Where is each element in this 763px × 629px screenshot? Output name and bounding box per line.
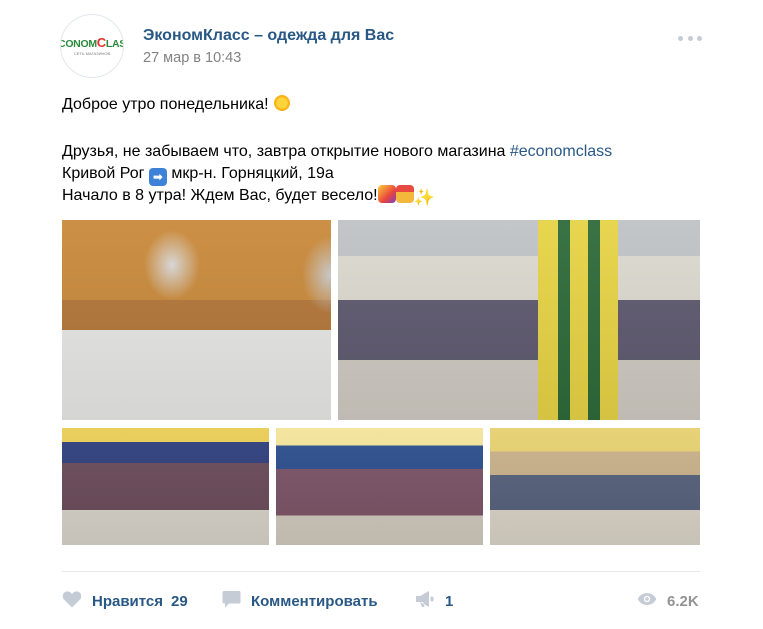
avatar[interactable]: ECONOMCLASS СЕТЬ МАГАЗИНОВ [60, 14, 124, 78]
like-label: Нравится [92, 592, 164, 610]
comment-button[interactable]: Комментировать [222, 589, 378, 613]
logo-tail-text: LASS [105, 37, 123, 50]
city-text: Кривой Рог [62, 165, 149, 182]
party-popper-icon [377, 185, 396, 203]
photo-clothing-racks[interactable] [62, 428, 269, 545]
views-count: 6.2K [667, 592, 699, 610]
reminder-text: Друзья, не забываем что, завтра открытие… [62, 143, 510, 160]
right-arrow-icon: ➡ [148, 168, 167, 186]
share-button[interactable]: 1 [415, 589, 453, 613]
eye-icon [637, 592, 657, 610]
sun-icon [273, 94, 292, 112]
post-text-line-3: Кривой Рог ➡ мкр-н. Горняцкий, 19а [62, 163, 334, 186]
hashtag-link[interactable]: #economclass [510, 143, 612, 160]
gift-icon [395, 185, 414, 203]
more-options-icon[interactable] [678, 34, 702, 42]
wall-post: ECONOMCLASS СЕТЬ МАГАЗИНОВ ЭкономКласс –… [0, 0, 763, 629]
start-time-text: Начало в 8 утра! Ждем Вас, будет весело! [62, 187, 378, 204]
like-count: 29 [171, 592, 188, 610]
post-text-line-1: Доброе утро понедельника! [62, 94, 292, 116]
address-text: мкр-н. Горняцкий, 19а [166, 165, 334, 182]
photo-refreshment-table[interactable] [62, 220, 331, 420]
comment-label: Комментировать [251, 592, 378, 610]
sparkles-icon: ✨ [413, 188, 435, 207]
photo-shelves-corner[interactable] [490, 428, 700, 545]
photo-store-hall[interactable] [338, 220, 700, 420]
views-counter: 6.2K [637, 589, 699, 613]
post-date[interactable]: 27 мар в 10:43 [143, 50, 241, 66]
logo-main-text: ECONOM [61, 37, 97, 50]
share-count: 1 [445, 592, 454, 610]
heart-icon [62, 590, 82, 612]
like-button[interactable]: Нравится 29 [62, 589, 188, 613]
post-author[interactable]: ЭкономКласс – одежда для Вас [143, 27, 394, 45]
post-text-line-4: Начало в 8 утра! Ждем Вас, будет весело!… [62, 185, 435, 207]
greeting-text: Доброе утро понедельника! [62, 96, 269, 113]
logo-accent-text: C [96, 34, 106, 50]
photo-discount-hall[interactable] [276, 428, 483, 545]
divider [62, 571, 700, 572]
logo: ECONOMCLASS [61, 34, 123, 50]
post-text-line-2: Друзья, не забываем что, завтра открытие… [62, 141, 612, 163]
comment-icon [222, 590, 241, 613]
logo-subtitle: СЕТЬ МАГАЗИНОВ [73, 51, 111, 57]
megaphone-icon [415, 590, 435, 612]
